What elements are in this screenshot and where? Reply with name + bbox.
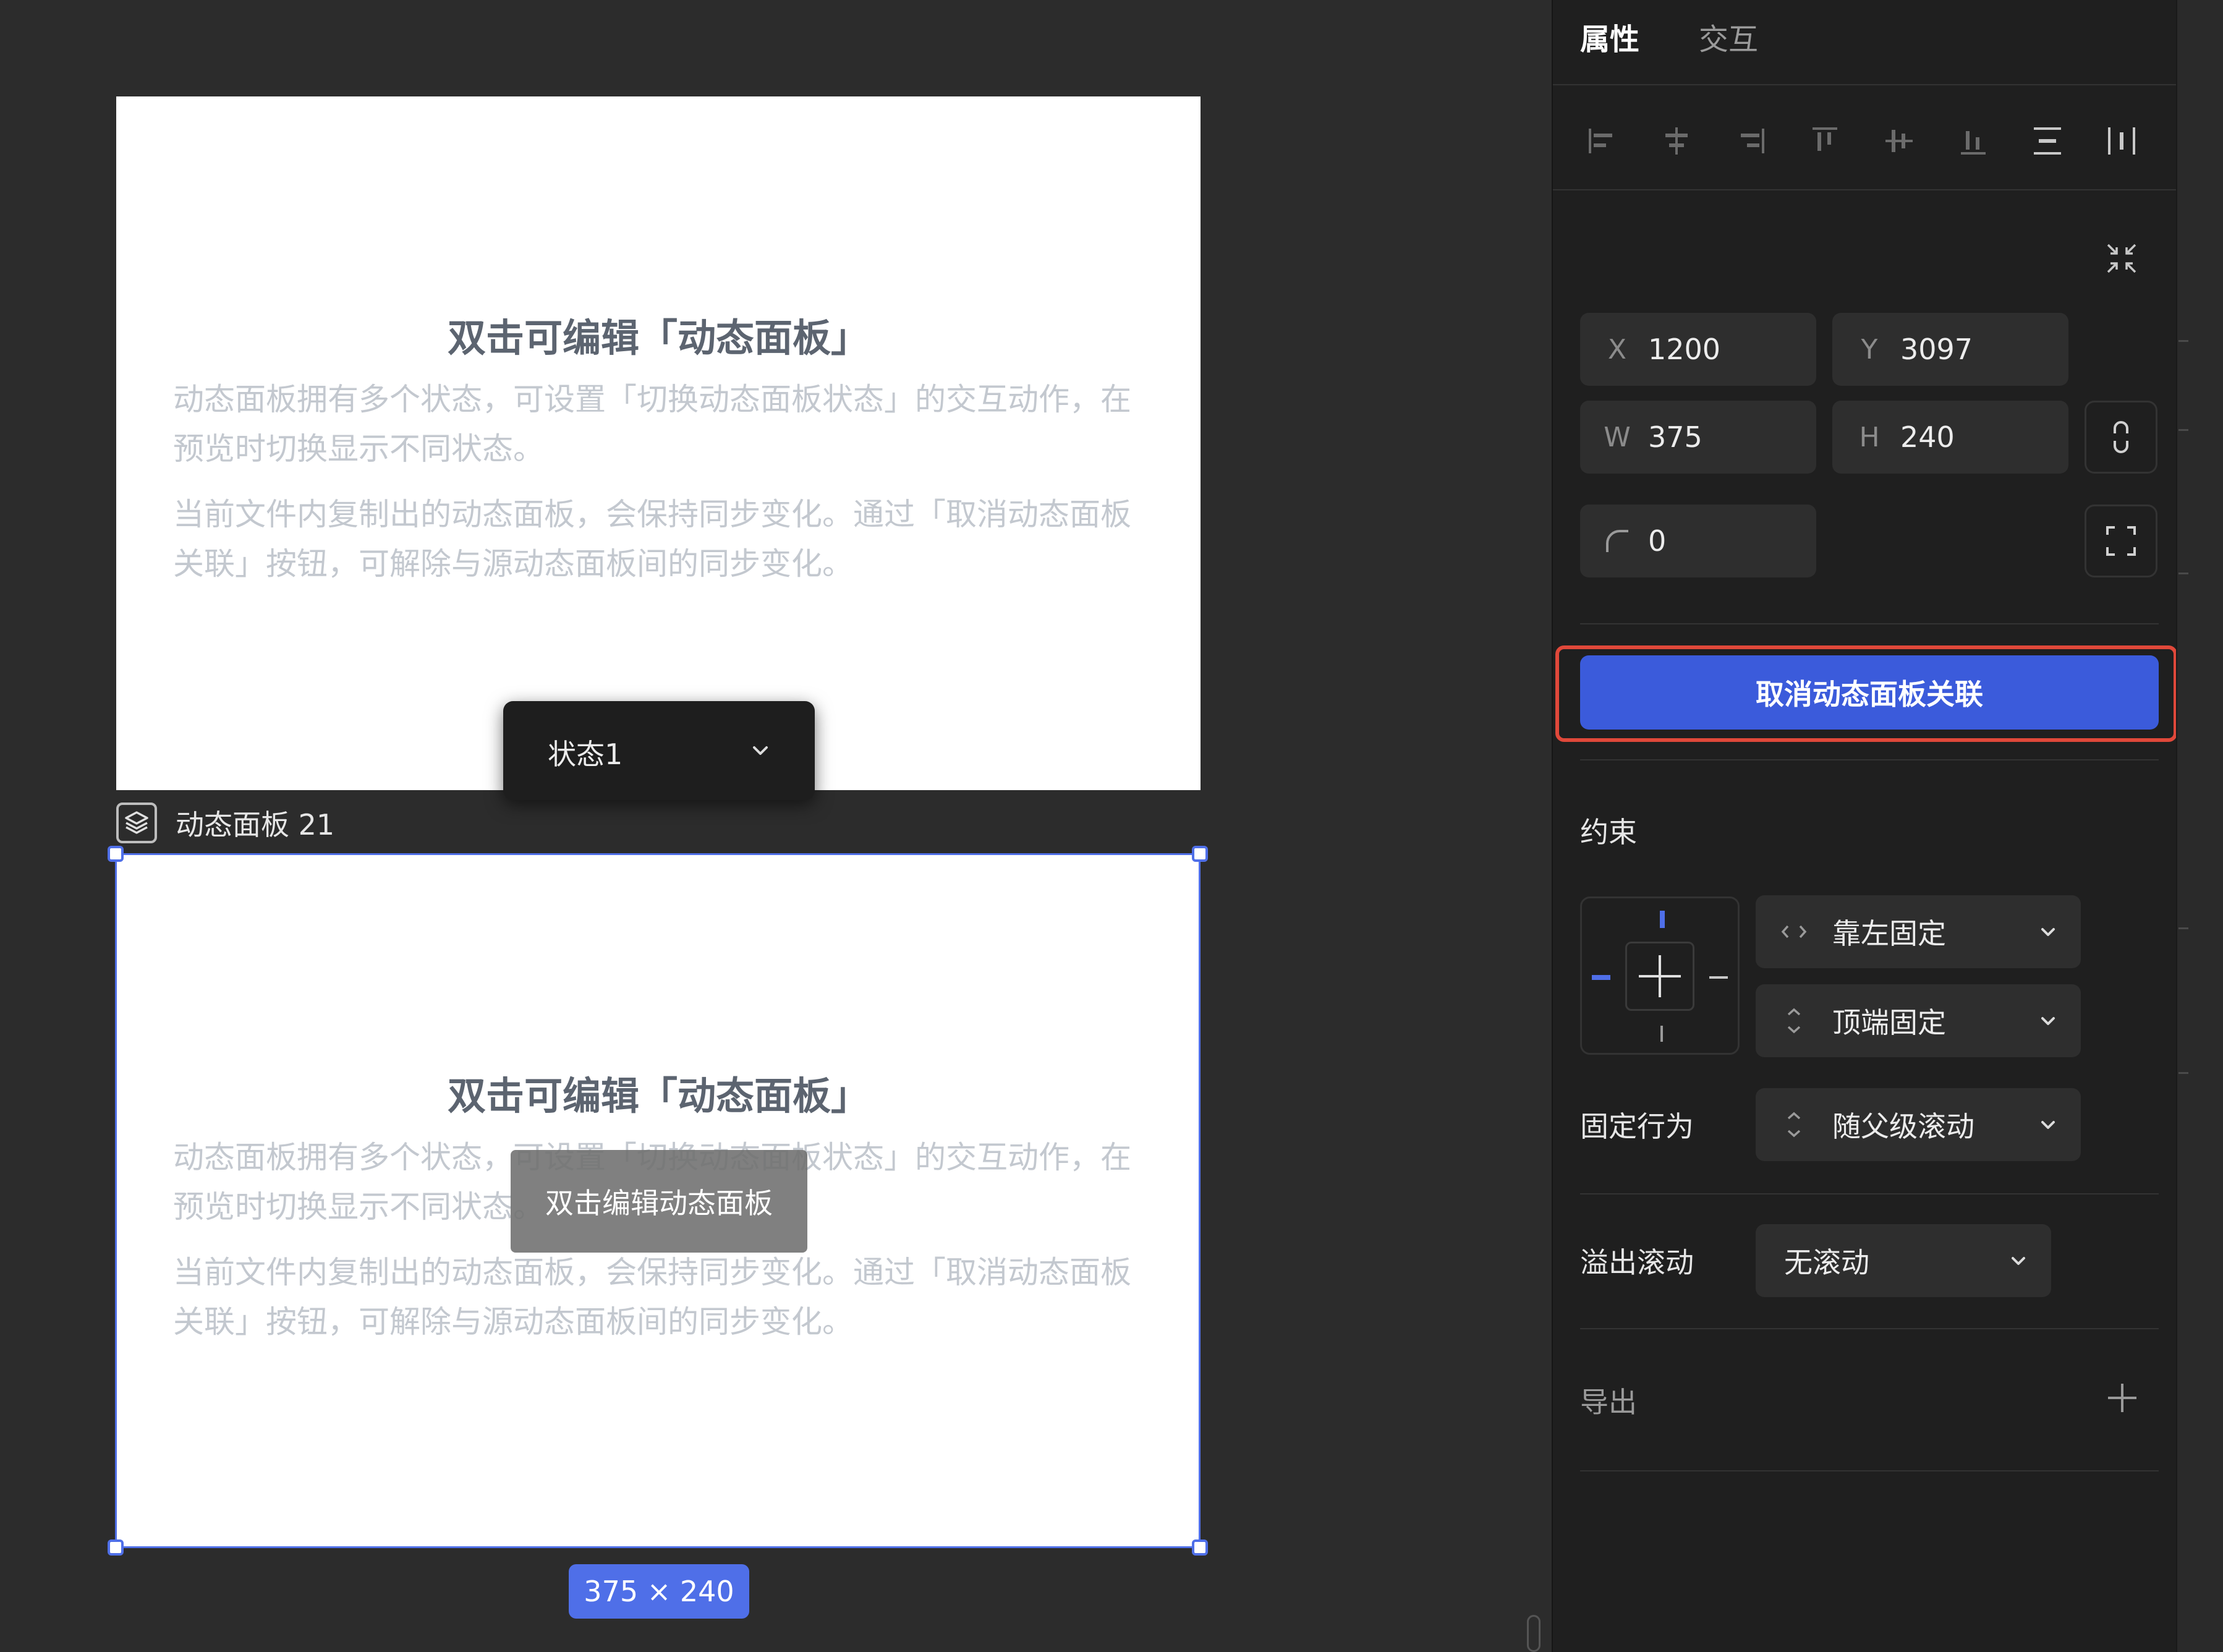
resize-handle-bottom-left[interactable] <box>108 1539 124 1556</box>
resize-handle-top-right[interactable] <box>1192 846 1208 862</box>
independent-corners-button[interactable] <box>2085 505 2157 577</box>
card-title: 双击可编辑「动态面板」 <box>447 315 869 360</box>
divider <box>1580 759 2159 760</box>
card-paragraph-1: 动态面板拥有多个状态，可设置「切换动态面板状态」的交互动作，在预览时切换显示不同… <box>173 381 1131 467</box>
align-top-icon[interactable] <box>1808 124 1842 158</box>
tab-properties[interactable]: 属性 <box>1580 15 1639 58</box>
fixed-behavior-value: 随父级滚动 <box>1832 1110 1974 1143</box>
align-left-icon[interactable] <box>1585 124 1620 158</box>
constraint-bottom-marker[interactable] <box>1660 1026 1663 1042</box>
align-center-horizontal-icon[interactable] <box>1659 124 1694 158</box>
lock-ratio-button[interactable] <box>2085 401 2157 474</box>
constraint-right-marker[interactable] <box>1709 976 1728 979</box>
x-value: 1200 <box>1648 333 1721 366</box>
state-dropdown-label: 状态1 <box>548 738 623 771</box>
divider <box>1553 189 2176 190</box>
align-right-icon[interactable] <box>1733 124 1768 158</box>
constraints-title: 约束 <box>1580 815 1637 849</box>
add-export-icon[interactable] <box>2106 1381 2139 1415</box>
vertical-constraint-select[interactable]: 顶端固定 <box>1756 984 2081 1057</box>
overflow-label: 溢出滚动 <box>1580 1246 1694 1279</box>
distribute-vertical-icon[interactable] <box>2030 124 2065 158</box>
y-value: 3097 <box>1900 333 1973 366</box>
chevron-down-icon <box>2041 1017 2055 1025</box>
overflow-select[interactable]: 无滚动 <box>1756 1224 2051 1297</box>
h-label: H <box>1859 421 1880 453</box>
size-badge: 375 × 240 <box>569 1564 749 1619</box>
overflow-value: 无滚动 <box>1784 1246 1869 1279</box>
align-bottom-icon[interactable] <box>1956 124 1991 158</box>
height-field[interactable]: H 240 <box>1832 401 2068 474</box>
fixed-behavior-label: 固定行为 <box>1580 1110 1694 1143</box>
divider <box>1580 1193 2159 1194</box>
chevron-down-icon <box>2041 1121 2055 1129</box>
width-field[interactable]: W 375 <box>1580 401 1816 474</box>
w-label: W <box>1604 421 1631 453</box>
x-position-field[interactable]: X 1200 <box>1580 313 1816 386</box>
horizontal-arrows-icon <box>1781 925 1807 939</box>
h-value: 240 <box>1900 420 1955 454</box>
horizontal-constraint-value: 靠左固定 <box>1832 917 1946 950</box>
corner-radius-field[interactable]: 0 <box>1580 505 1816 577</box>
fixed-behavior-select[interactable]: 随父级滚动 <box>1756 1088 2081 1161</box>
radius-value: 0 <box>1648 524 1667 558</box>
resize-handle-top-left[interactable] <box>108 846 124 862</box>
properties-panel <box>1552 0 2177 1652</box>
plus-icon <box>1639 955 1681 997</box>
divider <box>1580 1328 2159 1329</box>
layer-name: 动态面板 21 <box>176 808 335 841</box>
card-paragraph-2: 当前文件内复制出的动态面板，会保持同步变化。通过「取消动态面板关联」按钮，可解除… <box>173 496 1131 582</box>
vertical-arrows-icon <box>1787 1008 1801 1034</box>
y-label: Y <box>1861 333 1878 365</box>
align-center-vertical-icon[interactable] <box>1882 124 1916 158</box>
constraint-top-marker[interactable] <box>1660 911 1665 928</box>
chevron-down-icon <box>753 746 768 755</box>
y-position-field[interactable]: Y 3097 <box>1832 313 2068 386</box>
x-label: X <box>1607 333 1627 365</box>
edit-hint-tooltip: 双击编辑动态面板 <box>511 1150 807 1253</box>
secondary-panel-edge <box>2176 0 2223 1652</box>
divider <box>1580 1470 2159 1471</box>
layers-icon <box>116 803 157 843</box>
collapse-icon[interactable] <box>2104 241 2139 276</box>
corner-radius-icon <box>1606 530 1628 552</box>
dynamic-panel-source[interactable]: 双击可编辑「动态面板」 动态面板拥有多个状态，可设置「切换动态面板状态」的交互动… <box>116 96 1201 790</box>
canvas-scrollbar[interactable] <box>1527 1615 1541 1652</box>
tab-interactions[interactable]: 交互 <box>1699 15 1758 58</box>
chevron-down-icon <box>2012 1257 2025 1265</box>
constraint-left-marker[interactable] <box>1592 975 1610 980</box>
horizontal-constraint-select[interactable]: 靠左固定 <box>1756 895 2081 968</box>
vertical-constraint-value: 顶端固定 <box>1832 1006 1946 1039</box>
distribute-horizontal-icon[interactable] <box>2104 124 2139 158</box>
unlink-dynamic-panel-button[interactable]: 取消动态面板关联 <box>1580 655 2159 730</box>
layer-label[interactable]: 动态面板 21 <box>116 801 334 845</box>
chevron-down-icon <box>2041 928 2055 936</box>
vertical-arrows-icon <box>1787 1112 1801 1138</box>
link-icon <box>2114 421 2128 453</box>
resize-handle-bottom-right[interactable] <box>1192 1539 1208 1556</box>
export-label: 导出 <box>1580 1386 1637 1419</box>
state-dropdown[interactable]: 状态1 <box>503 701 815 800</box>
w-value: 375 <box>1648 420 1702 454</box>
divider <box>1580 623 2159 624</box>
corners-icon <box>2106 526 2136 556</box>
divider <box>1553 84 2176 85</box>
constraint-widget[interactable] <box>1580 896 1740 1055</box>
